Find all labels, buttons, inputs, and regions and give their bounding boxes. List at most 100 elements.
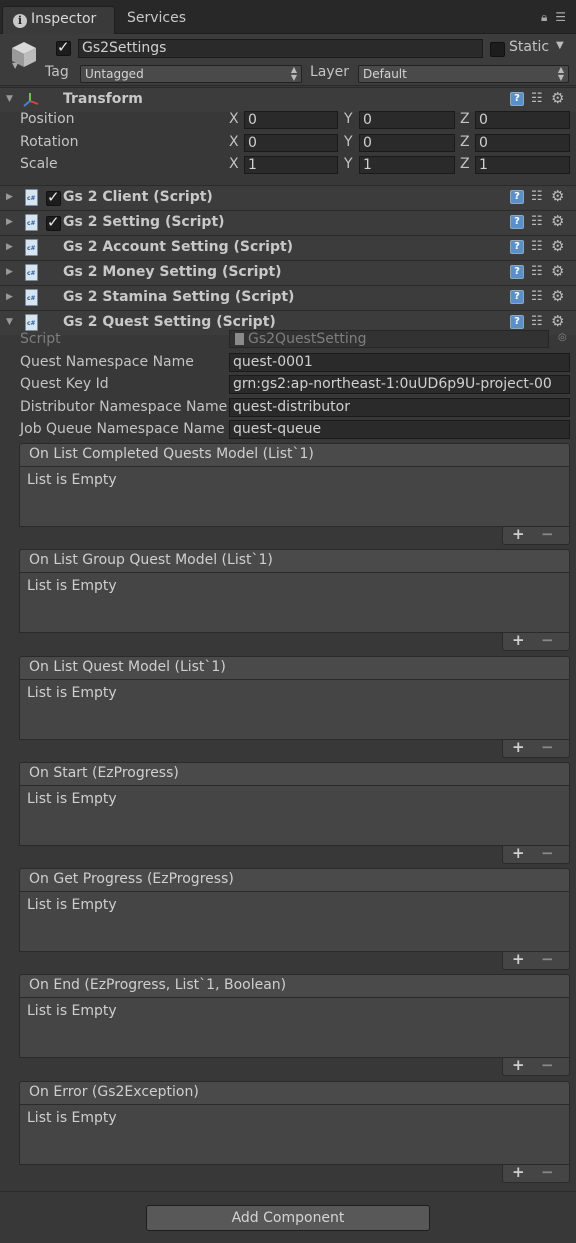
help-icon[interactable]: ? bbox=[510, 215, 524, 229]
scale-y-field[interactable]: 1 bbox=[359, 156, 455, 174]
remove-listener-button[interactable]: − bbox=[541, 525, 554, 543]
rotation-x-field[interactable]: 0 bbox=[244, 134, 338, 152]
remove-listener-button[interactable]: − bbox=[541, 1163, 554, 1181]
gear-icon[interactable]: ⚙︎ bbox=[551, 212, 564, 230]
component-title: Gs 2 Money Setting (Script) bbox=[63, 264, 282, 280]
job-queue-namespace-name-input[interactable]: quest-queue bbox=[229, 420, 570, 439]
chevron-down-icon[interactable]: ▼ bbox=[556, 40, 564, 51]
tab-inspector[interactable]: i Inspector bbox=[2, 6, 115, 34]
preset-icon[interactable]: ☷ bbox=[531, 264, 543, 279]
empty-label: List is Empty bbox=[27, 578, 117, 594]
preset-icon[interactable]: ☷ bbox=[531, 214, 543, 229]
rotation-y-field[interactable]: 0 bbox=[359, 134, 455, 152]
component-header-gs2-account-setting[interactable]: ▶ Gs 2 Account Setting (Script) ? ☷ ⚙︎ bbox=[0, 235, 576, 260]
empty-label: List is Empty bbox=[27, 685, 117, 701]
info-icon: i bbox=[13, 14, 27, 28]
help-icon[interactable]: ? bbox=[510, 92, 524, 106]
quest-key-id-input[interactable]: grn:gs2:ap-northeast-1:0uUD6p9U-project-… bbox=[229, 375, 570, 394]
preset-icon[interactable]: ☷ bbox=[531, 314, 543, 329]
position-z-field[interactable]: 0 bbox=[475, 111, 570, 129]
tab-label: Inspector bbox=[31, 11, 97, 27]
add-listener-button[interactable]: + bbox=[512, 738, 525, 756]
fold-open-icon[interactable]: ▼ bbox=[6, 94, 13, 104]
help-icon[interactable]: ? bbox=[510, 240, 524, 254]
tab-services[interactable]: Services bbox=[115, 6, 198, 34]
active-checkbox[interactable] bbox=[56, 38, 71, 56]
help-icon[interactable]: ? bbox=[510, 190, 524, 204]
rotation-z-field[interactable]: 0 bbox=[475, 134, 570, 152]
transform-icon bbox=[23, 93, 39, 107]
component-header-gs2-client[interactable]: ▶ Gs 2 Client (Script) ? ☷ ⚙︎ bbox=[0, 185, 576, 210]
script-icon bbox=[25, 239, 38, 256]
scale-z-field[interactable]: 1 bbox=[475, 156, 570, 174]
window-tools[interactable]: 🔒︎ ☰ bbox=[541, 10, 568, 25]
preset-icon[interactable]: ☷ bbox=[531, 189, 543, 204]
add-listener-button[interactable]: + bbox=[512, 844, 525, 862]
remove-listener-button[interactable]: − bbox=[541, 1056, 554, 1074]
component-tools: ? ☷ ⚙︎ bbox=[510, 287, 572, 307]
event-footer: + − bbox=[502, 631, 570, 651]
add-listener-button[interactable]: + bbox=[512, 525, 525, 543]
help-icon[interactable]: ? bbox=[510, 265, 524, 279]
chevron-down-icon[interactable]: ▼ bbox=[12, 61, 18, 70]
static-label: Static bbox=[509, 39, 550, 55]
component-header-gs2-setting[interactable]: ▶ Gs 2 Setting (Script) ? ☷ ⚙︎ bbox=[0, 210, 576, 235]
event-title: On End (EzProgress, List`1, Boolean) bbox=[19, 974, 570, 997]
event-title: On Get Progress (EzProgress) bbox=[19, 868, 570, 891]
preset-icon[interactable]: ☷ bbox=[531, 239, 543, 254]
fold-closed-icon[interactable]: ▶ bbox=[6, 217, 13, 227]
add-listener-button[interactable]: + bbox=[512, 950, 525, 968]
help-icon[interactable]: ? bbox=[510, 315, 524, 329]
remove-listener-button[interactable]: − bbox=[541, 844, 554, 862]
gear-icon[interactable]: ⚙︎ bbox=[551, 312, 564, 330]
field-job-queue-namespace-name: Job Queue Namespace Name quest-queue bbox=[0, 419, 576, 441]
component-title: Gs 2 Setting (Script) bbox=[63, 214, 225, 230]
component-enabled-checkbox[interactable] bbox=[46, 213, 61, 231]
layer-dropdown[interactable]: Default ▲ ▼ bbox=[358, 65, 569, 83]
tab-label: Services bbox=[127, 10, 187, 26]
object-name-field[interactable]: Gs2Settings bbox=[78, 39, 483, 58]
component-title: Gs 2 Quest Setting (Script) bbox=[63, 314, 276, 330]
add-listener-button[interactable]: + bbox=[512, 1163, 525, 1181]
remove-listener-button[interactable]: − bbox=[541, 738, 554, 756]
preset-icon[interactable]: ☷ bbox=[531, 91, 543, 106]
axis-label: Y bbox=[344, 156, 353, 172]
gear-icon[interactable]: ⚙︎ bbox=[551, 287, 564, 305]
scale-x-field[interactable]: 1 bbox=[244, 156, 338, 174]
fold-closed-icon[interactable]: ▶ bbox=[6, 267, 13, 277]
help-icon[interactable]: ? bbox=[510, 290, 524, 304]
component-header-gs2-money-setting[interactable]: ▶ Gs 2 Money Setting (Script) ? ☷ ⚙︎ bbox=[0, 260, 576, 285]
gear-icon[interactable]: ⚙︎ bbox=[551, 187, 564, 205]
static-checkbox[interactable] bbox=[490, 42, 505, 57]
distributor-namespace-name-input[interactable]: quest-distributor bbox=[229, 398, 570, 417]
position-y-field[interactable]: 0 bbox=[359, 111, 455, 129]
add-listener-button[interactable]: + bbox=[512, 631, 525, 649]
gear-icon[interactable]: ⚙︎ bbox=[551, 89, 564, 107]
fold-open-icon[interactable]: ▼ bbox=[6, 317, 13, 327]
add-component-button[interactable]: Add Component bbox=[146, 1205, 430, 1231]
lock-icon[interactable]: 🔒︎ bbox=[541, 10, 549, 24]
quest-namespace-name-input[interactable]: quest-0001 bbox=[229, 353, 570, 372]
field-label: Quest Key Id bbox=[20, 376, 109, 392]
component-enabled-checkbox[interactable] bbox=[46, 188, 61, 206]
add-listener-button[interactable]: + bbox=[512, 1056, 525, 1074]
updown-icon: ▲ ▼ bbox=[290, 65, 297, 82]
object-picker-icon: ◎ bbox=[558, 332, 567, 343]
gear-icon[interactable]: ⚙︎ bbox=[551, 262, 564, 280]
remove-listener-button[interactable]: − bbox=[541, 950, 554, 968]
preset-icon[interactable]: ☷ bbox=[531, 289, 543, 304]
fold-closed-icon[interactable]: ▶ bbox=[6, 192, 13, 202]
divider bbox=[0, 1191, 576, 1192]
empty-label: List is Empty bbox=[27, 791, 117, 807]
script-icon bbox=[25, 214, 38, 231]
fold-closed-icon[interactable]: ▶ bbox=[6, 292, 13, 302]
remove-listener-button[interactable]: − bbox=[541, 631, 554, 649]
fold-closed-icon[interactable]: ▶ bbox=[6, 242, 13, 252]
tag-dropdown[interactable]: Untagged ▲ ▼ bbox=[80, 65, 302, 83]
menu-icon[interactable]: ☰ bbox=[555, 10, 568, 24]
component-title: Gs 2 Account Setting (Script) bbox=[63, 239, 294, 255]
gear-icon[interactable]: ⚙︎ bbox=[551, 237, 564, 255]
component-header-gs2-stamina-setting[interactable]: ▶ Gs 2 Stamina Setting (Script) ? ☷ ⚙︎ bbox=[0, 285, 576, 310]
component-title: Transform bbox=[63, 91, 143, 107]
position-x-field[interactable]: 0 bbox=[244, 111, 338, 129]
